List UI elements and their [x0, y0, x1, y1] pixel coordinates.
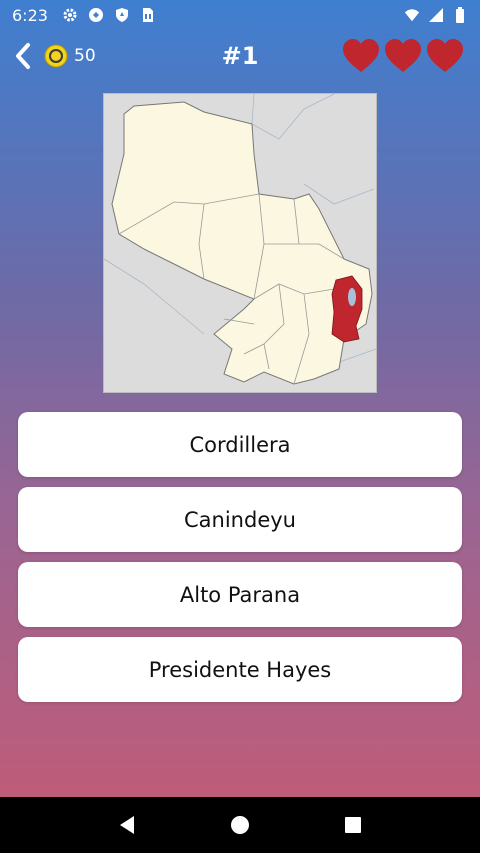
heart-icon: [343, 39, 379, 72]
recents-square-icon: [345, 817, 362, 833]
nav-home-button[interactable]: [226, 811, 254, 839]
back-triangle-icon: [119, 816, 134, 834]
shield-icon: [114, 7, 130, 23]
lives-indicator: [342, 38, 464, 74]
nav-back-button[interactable]: [113, 811, 141, 839]
home-circle-icon: [230, 816, 249, 834]
system-nav-bar: [0, 797, 480, 853]
nav-recents-button[interactable]: [339, 811, 367, 839]
game-header: 50 #1: [0, 34, 480, 78]
status-time: 6:23: [12, 5, 48, 25]
heart-icon: [385, 39, 421, 72]
answer-option-2[interactable]: Canindeyu: [18, 487, 462, 552]
answer-option-4[interactable]: Presidente Hayes: [18, 637, 462, 702]
wifi-icon: [404, 7, 420, 23]
gear-icon: [62, 7, 78, 23]
battery-icon: [452, 7, 468, 23]
answer-option-1[interactable]: Cordillera: [18, 412, 462, 477]
sim-card-icon: [140, 7, 156, 23]
answer-option-3[interactable]: Alto Parana: [18, 562, 462, 627]
heart-icon: [427, 39, 463, 72]
sync-icon: [88, 7, 104, 23]
region-map: [103, 93, 377, 393]
signal-icon: [428, 7, 444, 23]
status-bar: 6:23: [0, 0, 480, 30]
